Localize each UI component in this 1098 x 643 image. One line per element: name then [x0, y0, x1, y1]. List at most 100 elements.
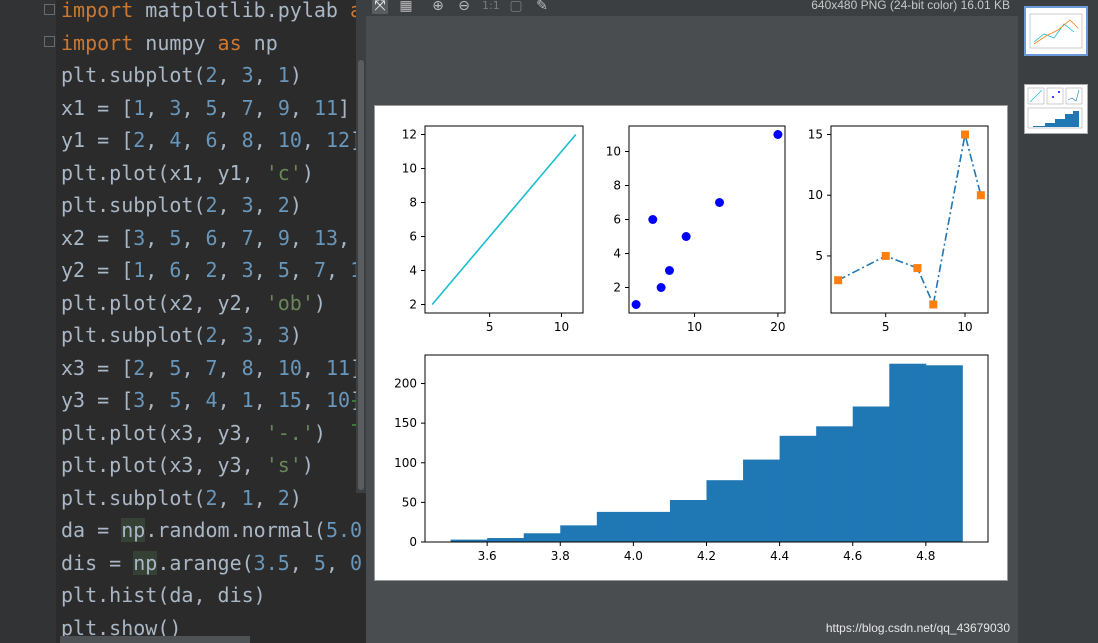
code-line[interactable]: da = np.random.normal(5.0, 0: [61, 514, 366, 546]
code-token: plt.subplot(: [61, 193, 206, 217]
code-editor[interactable]: import matplotlib.pylab as pimport numpy…: [0, 0, 366, 643]
x-tick-label: 10: [687, 320, 702, 334]
code-token: ,: [301, 355, 326, 380]
code-token: ): [289, 485, 302, 510]
code-token: plt.plot(x3, y3,: [61, 453, 266, 477]
x-tick-label: 10: [957, 320, 972, 334]
thumbnail-item[interactable]: [1024, 84, 1088, 134]
code-token: x2 = [: [61, 225, 134, 250]
code-token: ,: [289, 258, 314, 282]
y-tick-label: 10: [808, 188, 823, 202]
code-token: da =: [61, 518, 122, 542]
scatter-point: [648, 215, 658, 224]
y-tick-label: 12: [402, 128, 417, 142]
fold-marker-icon[interactable]: [44, 4, 55, 15]
fold-marker-icon[interactable]: [44, 36, 55, 47]
code-token: 3: [133, 388, 146, 412]
code-token: import: [61, 0, 134, 22]
code-token: 2: [205, 485, 218, 510]
thumbnail-preview: [1029, 13, 1083, 49]
fit-icon[interactable]: ▢: [508, 0, 524, 14]
axes-frame: [830, 125, 989, 314]
y-tick-label: 0: [409, 535, 417, 549]
x-tick-label: 4.0: [624, 549, 643, 563]
code-line[interactable]: import numpy as np: [61, 27, 278, 59]
code-token: plt.plot(x3, y3,: [61, 420, 266, 445]
code-token: 5: [313, 550, 326, 575]
code-token: 2: [205, 63, 218, 87]
code-line[interactable]: y2 = [1, 6, 2, 3, 5, 7, 11]: [61, 254, 366, 286]
y-tick-label: 10: [606, 145, 621, 159]
grid-icon[interactable]: ▦: [398, 0, 414, 14]
code-token: ,: [217, 258, 242, 282]
code-line[interactable]: plt.plot(x3, y3, '-.'): [61, 417, 326, 449]
thumbnail-item[interactable]: [1024, 6, 1088, 56]
code-line[interactable]: y1 = [2, 4, 6, 8, 10, 12]: [61, 124, 362, 156]
code-token: 10: [277, 128, 302, 152]
y-tick-label: 2: [409, 298, 417, 312]
code-token: ,: [217, 323, 242, 347]
scatter-point: [773, 130, 783, 139]
code-token: ,: [217, 225, 242, 250]
code-token: 11: [326, 355, 351, 380]
code-token: ,: [145, 258, 170, 282]
square-marker: [976, 191, 985, 200]
histogram-bar: [779, 435, 817, 542]
code-token: ,: [289, 225, 314, 250]
code-line[interactable]: y3 = [3, 5, 4, 1, 15, 10]: [61, 384, 362, 416]
code-line[interactable]: plt.hist(da, dis): [61, 579, 266, 611]
x-tick-label: 4.6: [843, 549, 862, 563]
code-token: y3 = [: [61, 388, 134, 412]
code-line[interactable]: dis = np.arange(3.5, 5, 0.1): [61, 547, 366, 579]
code-line[interactable]: plt.plot(x1, y1, 'c'): [61, 157, 314, 189]
code-token: 2: [205, 258, 218, 282]
code-token: 1: [241, 485, 254, 510]
code-line[interactable]: plt.subplot(2, 3, 2): [61, 189, 302, 221]
code-line[interactable]: plt.subplot(2, 3, 3): [61, 319, 302, 351]
code-token: 4: [205, 388, 218, 412]
code-token: ,: [217, 355, 242, 380]
code-token: 0.1: [350, 550, 366, 575]
code-line[interactable]: plt.subplot(2, 1, 2): [61, 482, 302, 514]
watermark: https://blog.csdn.net/qq_43679030: [825, 621, 1010, 635]
series-line: [837, 134, 982, 308]
code-line[interactable]: x3 = [2, 5, 7, 8, 10, 11]: [61, 352, 362, 384]
zoom-out-icon[interactable]: ⊖: [456, 0, 472, 14]
code-token: 3: [241, 63, 254, 87]
y-tick-label: 200: [394, 377, 417, 391]
code-line[interactable]: plt.subplot(2, 3, 1): [61, 59, 302, 91]
code-token: ,: [217, 63, 242, 87]
y-tick-label: 10: [402, 162, 417, 176]
code-token: ,: [181, 225, 206, 250]
zoom-in-icon[interactable]: ⊕: [430, 0, 446, 14]
histogram-bar: [743, 459, 781, 542]
code-line[interactable]: import matplotlib.pylab as p: [61, 0, 366, 26]
editor-scroll-thumb[interactable]: [358, 60, 364, 490]
histogram-bar: [669, 500, 707, 542]
editor-horizontal-scrollbar[interactable]: [60, 636, 250, 643]
histogram-bar: [596, 511, 634, 542]
code-token: ,: [253, 388, 278, 412]
code-token: ,: [289, 95, 314, 120]
code-token: 15: [277, 388, 302, 412]
x-tick-label: 10: [554, 320, 569, 334]
code-token: 4: [169, 128, 182, 152]
code-token: x3 = [: [61, 355, 134, 380]
code-token: ,: [181, 388, 206, 412]
code-line[interactable]: x2 = [3, 5, 6, 7, 9, 13, 20]: [61, 222, 366, 254]
histogram-bar: [706, 480, 744, 542]
color-picker-icon[interactable]: ✎: [534, 0, 550, 14]
code-line[interactable]: plt.plot(x3, y3, 's'): [61, 449, 314, 481]
code-line[interactable]: x1 = [1, 3, 5, 7, 9, 11]: [61, 92, 350, 124]
code-token: as: [217, 30, 242, 55]
scatter-point: [715, 198, 725, 207]
fit-to-window-icon[interactable]: ⤧: [372, 0, 388, 14]
code-token: y1 = [: [61, 128, 134, 152]
x-tick-label: 20: [770, 320, 785, 334]
y-tick-label: 4: [613, 247, 621, 261]
code-token: ,: [253, 485, 278, 510]
y-tick-label: 100: [394, 456, 417, 470]
code-token: 'ob': [265, 290, 314, 315]
code-line[interactable]: plt.plot(x2, y2, 'ob'): [61, 287, 326, 319]
actual-size-icon[interactable]: 1:1: [482, 0, 500, 14]
